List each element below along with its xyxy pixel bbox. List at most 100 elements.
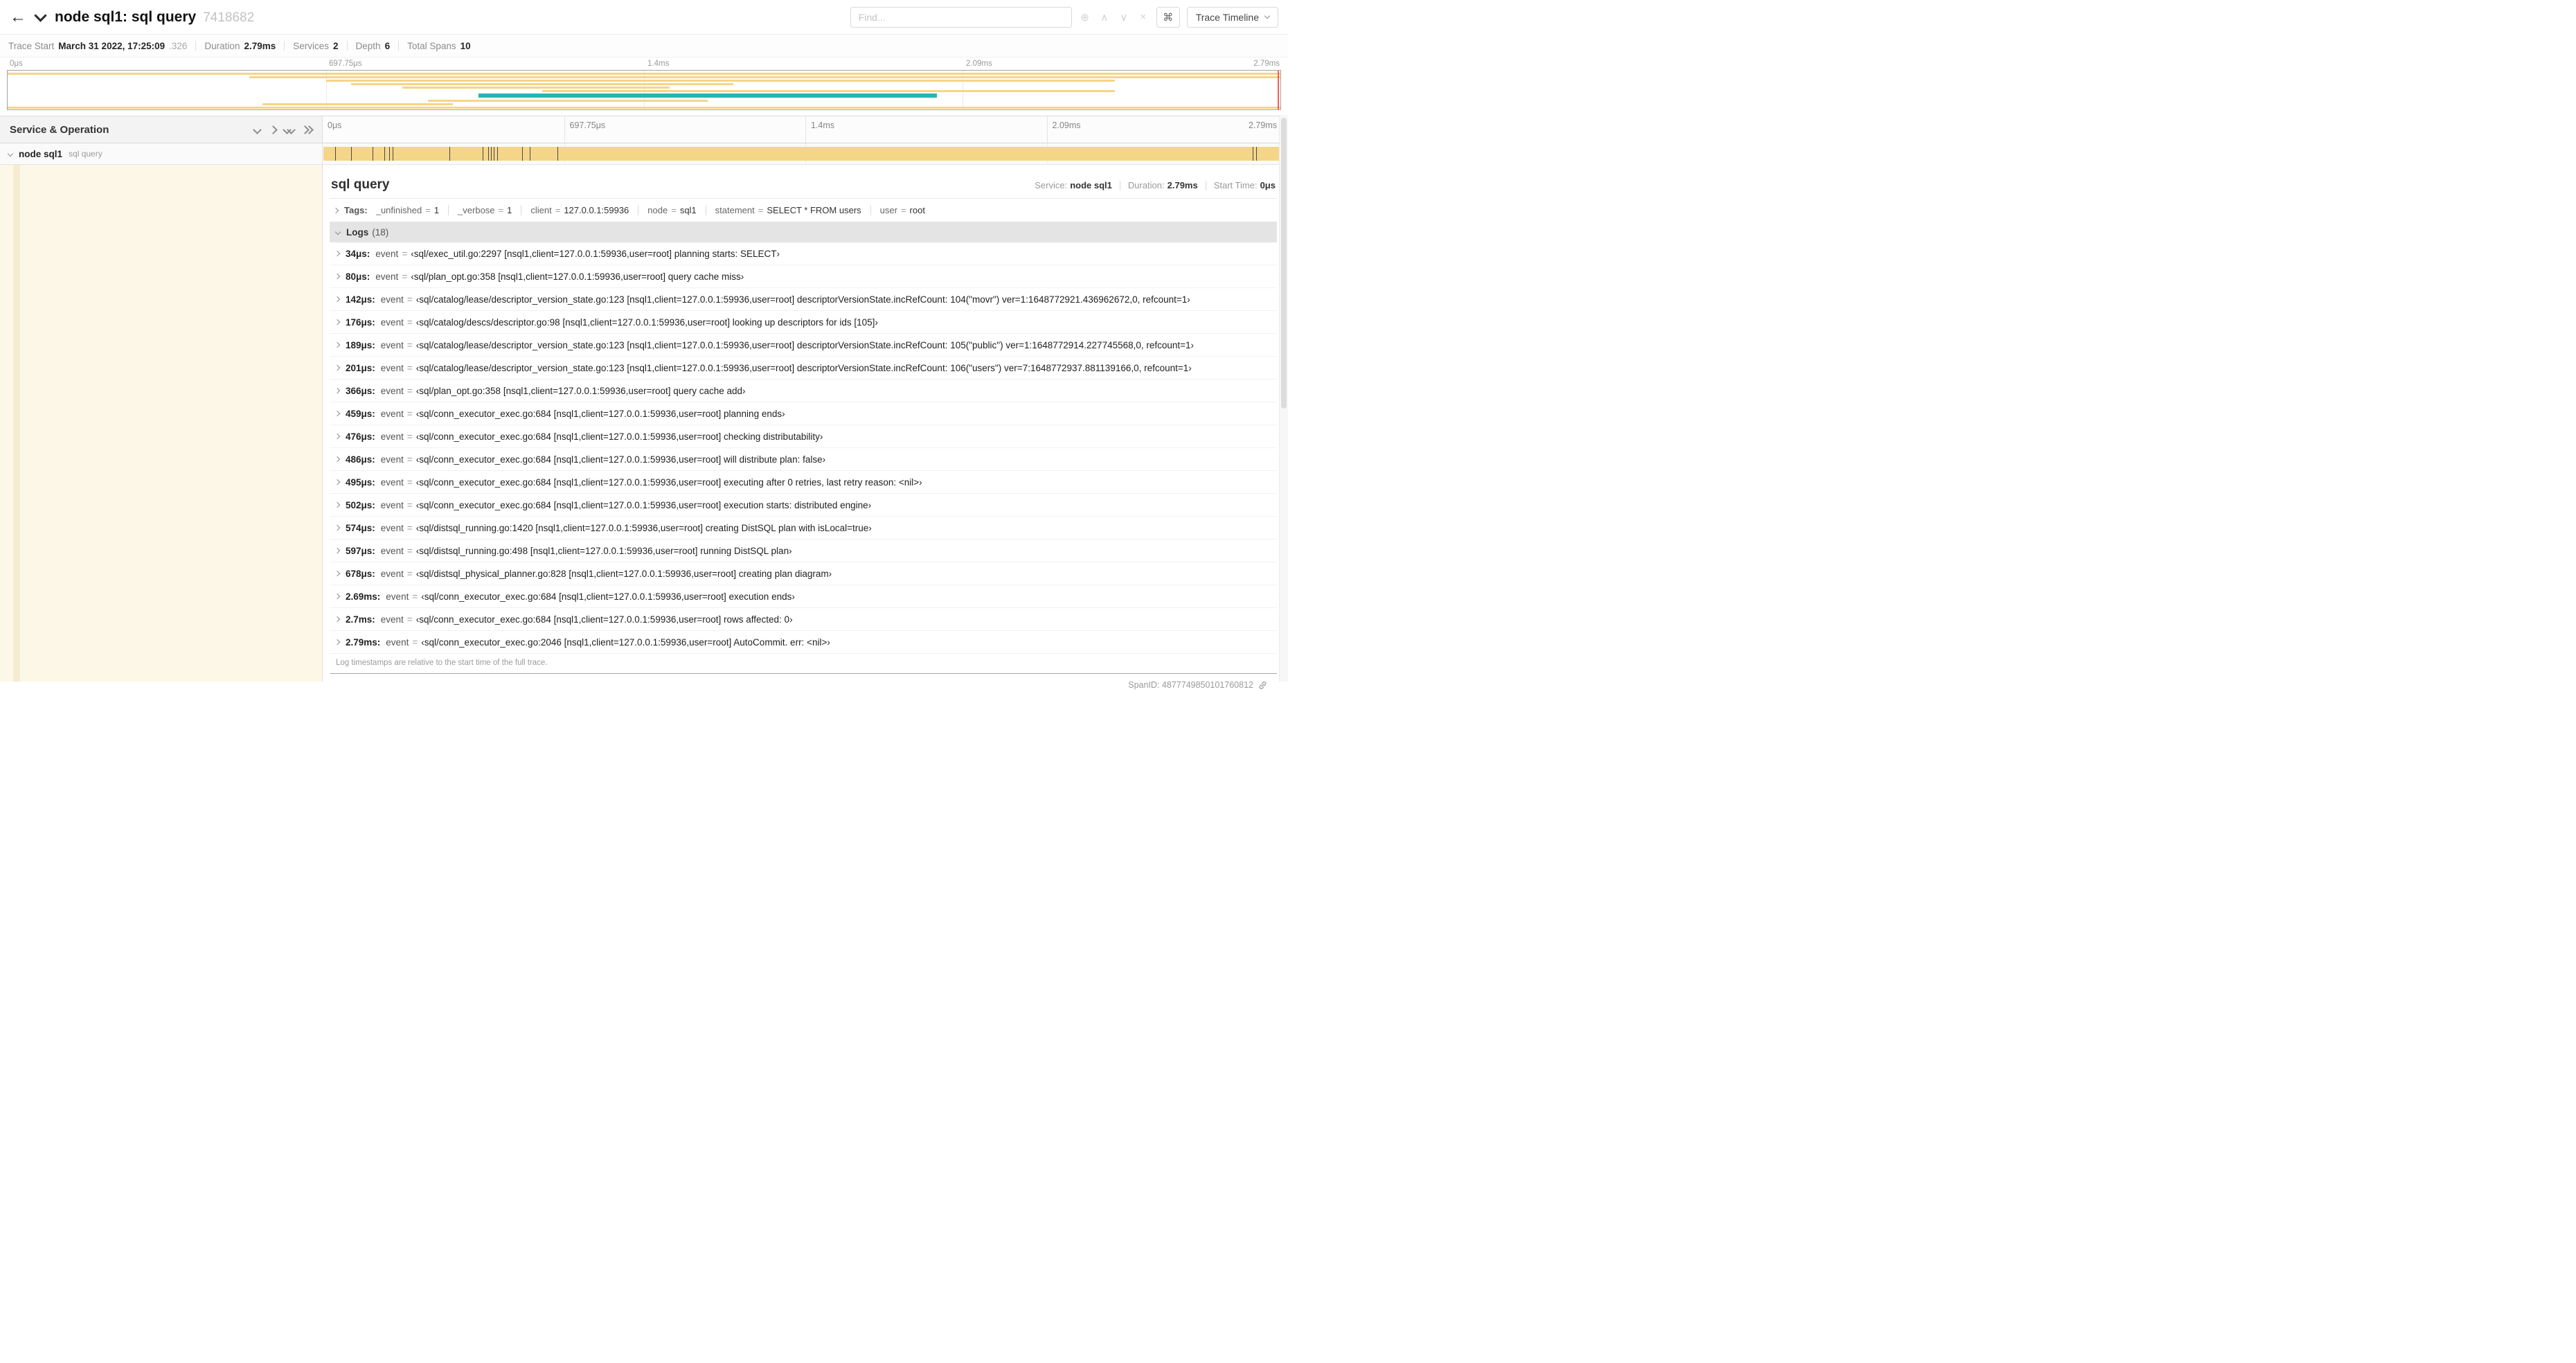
- log-equals: =: [402, 271, 408, 282]
- scrollbar-thumb[interactable]: [1281, 118, 1287, 409]
- log-row[interactable]: 2.69ms: event = ‹sql/conn_executor_exec.…: [330, 585, 1277, 608]
- minimap-tick-label: 2.79ms: [1253, 60, 1280, 68]
- chevron-right-icon: [334, 639, 341, 645]
- chevron-right-icon: [334, 456, 341, 463]
- log-row[interactable]: 176μs: event = ‹sql/catalog/descs/descri…: [330, 311, 1277, 334]
- log-field-value: ‹sql/conn_executor_exec.go:684 [nsql1,cl…: [415, 499, 872, 510]
- log-row[interactable]: 574μs: event = ‹sql/distsql_running.go:1…: [330, 517, 1277, 540]
- minimap-canvas[interactable]: [7, 70, 1281, 110]
- prev-match-icon[interactable]: ∧: [1098, 11, 1111, 24]
- minimap-tick-label: 697.75μs: [329, 60, 362, 68]
- tags-label: Tags:: [344, 205, 368, 215]
- log-field-key: event: [380, 385, 404, 396]
- span-name-column[interactable]: node sql1 sql query: [0, 143, 323, 164]
- log-field-key: event: [380, 522, 404, 533]
- span-row[interactable]: node sql1 sql query: [0, 143, 1288, 165]
- clear-search-icon[interactable]: ×: [1137, 11, 1150, 23]
- log-row[interactable]: 2.79ms: event = ‹sql/conn_executor_exec.…: [330, 631, 1277, 654]
- chevron-right-icon: [334, 593, 341, 600]
- find-input[interactable]: [850, 6, 1072, 28]
- log-timestamp: 201μs:: [346, 362, 375, 373]
- span-detail-title: sql query: [331, 177, 390, 192]
- log-row[interactable]: 189μs: event = ‹sql/catalog/lease/descri…: [330, 334, 1277, 357]
- log-field-value: ‹sql/conn_executor_exec.go:684 [nsql1,cl…: [415, 408, 785, 419]
- locate-icon[interactable]: ⊕: [1079, 11, 1091, 24]
- log-row[interactable]: 502μs: event = ‹sql/conn_executor_exec.g…: [330, 494, 1277, 517]
- minimap-end-marker: [1278, 71, 1279, 109]
- log-field-key: event: [386, 636, 409, 648]
- ruler-tick: 1.4ms: [805, 116, 834, 143]
- logs-list: 34μs: event = ‹sql/exec_util.go:2297 [ns…: [330, 242, 1277, 654]
- log-row[interactable]: 459μs: event = ‹sql/conn_executor_exec.g…: [330, 402, 1277, 425]
- log-row[interactable]: 486μs: event = ‹sql/conn_executor_exec.g…: [330, 448, 1277, 471]
- ruler-tick-label: 0μs: [328, 121, 342, 130]
- log-field-value: ‹sql/plan_opt.go:358 [nsql1,client=127.0…: [415, 385, 746, 396]
- timeline-header: Service & Operation 0μs 697.75μs 1.4ms 2.09…: [0, 116, 1288, 143]
- logs-header[interactable]: Logs (18): [330, 222, 1277, 242]
- service-operation-title: Service & Operation: [10, 123, 109, 136]
- span-operation-name: sql query: [69, 149, 102, 159]
- vertical-scrollbar[interactable]: [1279, 115, 1288, 682]
- logs-count: (18): [372, 226, 389, 238]
- back-button[interactable]: ←: [10, 8, 26, 26]
- next-match-icon[interactable]: ∨: [1118, 11, 1130, 24]
- logs-footnote: Log timestamps are relative to the start…: [336, 659, 548, 667]
- log-row[interactable]: 142μs: event = ‹sql/catalog/lease/descri…: [330, 288, 1277, 311]
- page-title: node sql1: sql query 7418682: [55, 9, 254, 26]
- log-field-key: event: [380, 294, 404, 305]
- log-field-key: event: [380, 317, 404, 328]
- log-equals: =: [412, 636, 418, 648]
- keyboard-shortcuts-button[interactable]: ⌘: [1156, 6, 1180, 28]
- span-bar[interactable]: [323, 147, 1287, 161]
- minimap-span-bar: [262, 103, 454, 105]
- chevron-down-icon[interactable]: [34, 9, 47, 22]
- log-field-key: event: [380, 499, 404, 510]
- log-row[interactable]: 2.7ms: event = ‹sql/conn_executor_exec.g…: [330, 608, 1277, 631]
- expand-one-button[interactable]: [253, 125, 262, 134]
- log-equals: =: [406, 431, 413, 442]
- link-icon[interactable]: [1258, 681, 1267, 690]
- log-marker: [521, 147, 523, 161]
- collapse-all-button[interactable]: [301, 125, 314, 134]
- log-equals: =: [406, 385, 413, 396]
- trace-view-dropdown[interactable]: Trace Timeline: [1186, 6, 1278, 28]
- chevron-down-icon[interactable]: [7, 150, 14, 157]
- divider: [346, 41, 348, 51]
- ruler-tick-label: 2.09ms: [1052, 121, 1081, 130]
- log-equals: =: [406, 408, 413, 419]
- chevron-right-icon: [334, 479, 341, 485]
- log-field-value: ‹sql/conn_executor_exec.go:684 [nsql1,cl…: [415, 454, 826, 465]
- minimap-tick-label: 2.09ms: [966, 60, 992, 68]
- chevron-down-icon: [334, 229, 341, 235]
- tag-item: _verbose = 1: [448, 205, 512, 215]
- span-detail-panel: sql query Service: node sql1 Duration: 2.7…: [330, 169, 1277, 674]
- collapser-buttons: [253, 125, 314, 134]
- timeline-ruler[interactable]: 0μs 697.75μs 1.4ms 2.09ms 2.79ms: [323, 116, 1288, 143]
- minimap-tick-label: 0μs: [10, 60, 23, 68]
- tags-row[interactable]: Tags: _unfinished = 1 _verbose = 1 client = 127.…: [330, 199, 1277, 222]
- span-timeline[interactable]: [323, 143, 1288, 164]
- log-row[interactable]: 34μs: event = ‹sql/exec_util.go:2297 [ns…: [330, 242, 1277, 265]
- duration-meta: Duration: 2.79ms: [1127, 180, 1198, 190]
- ruler-tick: 0μs: [323, 116, 341, 143]
- log-row[interactable]: 476μs: event = ‹sql/conn_executor_exec.g…: [330, 425, 1277, 448]
- expand-all-button[interactable]: [283, 125, 296, 134]
- minimap-span-bar: [351, 83, 733, 85]
- log-row[interactable]: 495μs: event = ‹sql/conn_executor_exec.g…: [330, 471, 1277, 494]
- log-timestamp: 366μs:: [346, 385, 375, 396]
- log-timestamp: 34μs:: [346, 248, 370, 259]
- divider: [284, 41, 285, 51]
- chevron-down-icon: [253, 125, 262, 134]
- span-tree-gutter: [0, 165, 323, 682]
- log-field-value: ‹sql/conn_executor_exec.go:684 [nsql1,cl…: [415, 476, 922, 488]
- log-row[interactable]: 80μs: event = ‹sql/plan_opt.go:358 [nsql…: [330, 265, 1277, 288]
- span-detail-header: sql query Service: node sql1 Duration: 2.7…: [330, 169, 1277, 199]
- chevron-right-icon: [334, 319, 341, 326]
- log-row[interactable]: 678μs: event = ‹sql/distsql_physical_pla…: [330, 562, 1277, 585]
- collapse-one-button[interactable]: [269, 125, 278, 134]
- log-row[interactable]: 201μs: event = ‹sql/catalog/lease/descri…: [330, 357, 1277, 380]
- log-row[interactable]: 597μs: event = ‹sql/distsql_running.go:4…: [330, 540, 1277, 562]
- ruler-tick: 2.79ms: [1249, 116, 1277, 143]
- log-row[interactable]: 366μs: event = ‹sql/plan_opt.go:358 [nsq…: [330, 380, 1277, 402]
- log-marker: [384, 147, 385, 161]
